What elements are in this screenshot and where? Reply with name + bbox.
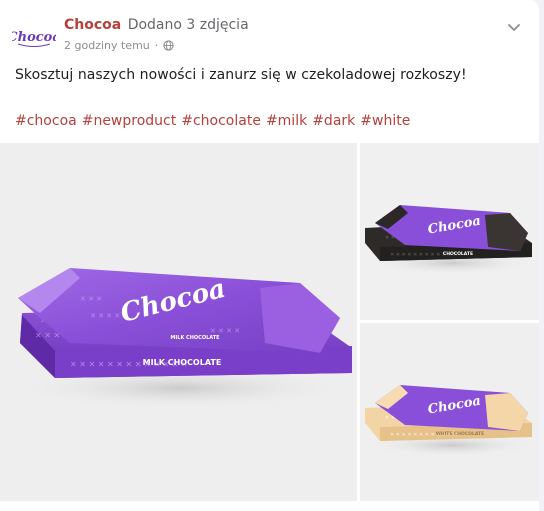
milk-wrapper-label: MILK CHOCOLATE — [170, 335, 220, 341]
hashtag-newproduct[interactable]: #newproduct — [82, 113, 177, 129]
post-action: Dodano 3 zdjęcia — [127, 17, 249, 33]
chocoa-logo-text: Chocoa — [12, 30, 56, 45]
svg-text:✕ ✕ ✕ ✕: ✕ ✕ ✕ ✕ — [90, 312, 120, 320]
milk-chocolate-image: ✕ ✕ ✕ ✕ ✕ ✕ ✕ ✕ ✕ ✕ ✕ ✕ ✕ ✕ ✕ ✕ ✕ ✕ ✕ ✕ … — [10, 268, 352, 410]
chocoa-logo: Chocoa — [12, 30, 56, 47]
avatar[interactable]: Chocoa — [12, 20, 56, 52]
photo-milk-chocolate[interactable]: ✕ ✕ ✕ ✕ ✕ ✕ ✕ ✕ ✕ ✕ ✕ ✕ ✕ ✕ ✕ ✕ ✕ ✕ ✕ ✕ … — [0, 143, 357, 501]
svg-text:✕ ✕ ✕: ✕ ✕ ✕ — [80, 295, 102, 303]
hashtag-milk[interactable]: #milk — [266, 113, 307, 129]
photo-grid: ✕ ✕ ✕ ✕ ✕ ✕ ✕ ✕ ✕ ✕ ✕ ✕ ✕ ✕ ✕ ✕ ✕ ✕ ✕ ✕ … — [0, 143, 539, 511]
hashtag-dark[interactable]: #dark — [312, 113, 355, 129]
dark-box-label: CHOCOLATE — [443, 251, 473, 257]
photo-white-chocolate[interactable]: ✕ ✕ ✕ ✕ ✕ ✕ ✕ ✕ ✕ ✕ ✕ ✕ ✕ ✕ ✕ ✕ ✕ ✕ ✕ ✕ … — [360, 323, 539, 501]
milk-box-label: MILK CHOCOLATE — [143, 358, 222, 367]
hashtag-list: #chocoa #newproduct #chocolate #milk #da… — [15, 113, 410, 129]
author-line: Chocoa Dodano 3 zdjęcia — [64, 17, 249, 33]
meta-separator: · — [154, 39, 159, 52]
svg-text:✕ ✕ ✕ ✕: ✕ ✕ ✕ ✕ — [210, 327, 240, 335]
dark-chocolate-image: ✕ ✕ ✕ ✕ ✕ ✕ ✕ ✕ ✕ ✕ ✕ ✕ ✕ ✕ ✕ ✕ ✕ ✕ ✕ ✕ … — [365, 205, 537, 275]
hashtag-white[interactable]: #white — [360, 113, 410, 129]
white-box-label: WHITE CHOCOLATE — [436, 431, 484, 437]
facebook-post: Chocoa Chocoa Dodano 3 zdjęcia 2 godziny… — [0, 0, 539, 511]
post-time[interactable]: 2 godziny temu — [64, 39, 150, 52]
post-meta: 2 godziny temu · — [64, 39, 174, 52]
chevron-down-icon[interactable] — [507, 20, 521, 34]
white-chocolate-image: ✕ ✕ ✕ ✕ ✕ ✕ ✕ ✕ ✕ ✕ ✕ ✕ ✕ ✕ ✕ ✕ ✕ ✕ ✕ ✕ … — [365, 385, 537, 457]
post-text: Skosztuj naszych nowości i zanurz się w … — [15, 67, 467, 83]
author-name[interactable]: Chocoa — [64, 17, 121, 33]
hashtag-chocoa[interactable]: #chocoa — [15, 113, 77, 129]
hashtag-chocolate[interactable]: #chocolate — [181, 113, 261, 129]
globe-icon[interactable] — [163, 40, 174, 51]
photo-dark-chocolate[interactable]: ✕ ✕ ✕ ✕ ✕ ✕ ✕ ✕ ✕ ✕ ✕ ✕ ✕ ✕ ✕ ✕ ✕ ✕ ✕ ✕ … — [360, 143, 539, 320]
post-header: Chocoa Chocoa Dodano 3 zdjęcia 2 godziny… — [0, 0, 539, 62]
